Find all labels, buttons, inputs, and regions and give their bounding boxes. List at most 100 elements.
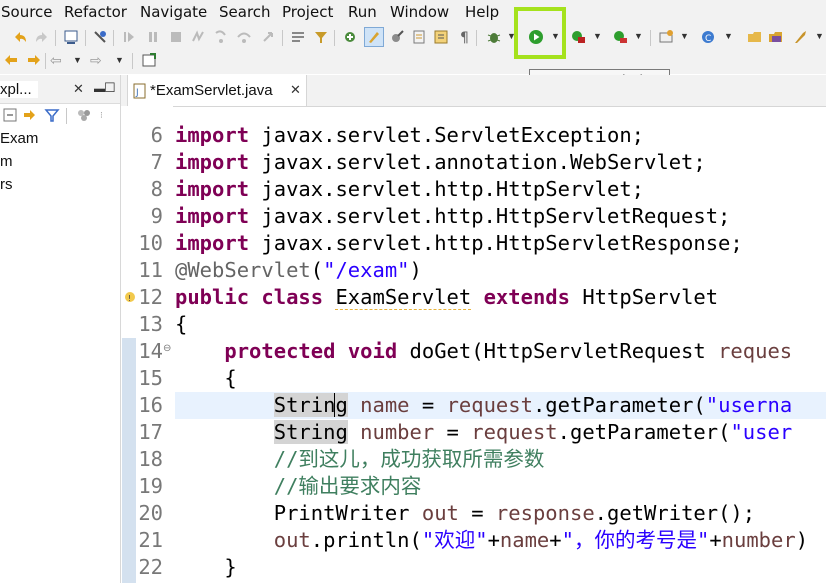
redo-icon[interactable] <box>34 29 50 45</box>
filter-icon[interactable] <box>44 107 60 123</box>
parameter-name: reques <box>718 339 793 363</box>
menu-search[interactable]: Search <box>219 3 271 21</box>
variable-name: out <box>273 528 311 552</box>
code-line: import javax.servlet.http.HttpServletReq… <box>175 203 826 230</box>
show-whitespace-icon[interactable]: ¶ <box>456 29 472 45</box>
code-text: g <box>334 393 348 417</box>
tree-item-m[interactable]: m <box>0 153 13 170</box>
code-editor[interactable]: import javax.servlet.ServletException; i… <box>175 106 826 583</box>
maximize-icon[interactable]: ☐ <box>104 80 116 96</box>
console-icon[interactable] <box>63 29 79 45</box>
disconnect-debug-icon[interactable] <box>190 29 206 45</box>
run-button-highlight <box>514 7 566 59</box>
code-line: //到这儿，成功获取所需参数 <box>175 446 826 473</box>
line-number: 11 <box>138 258 163 282</box>
toggle-block-icon[interactable] <box>411 29 427 45</box>
variable-name: request <box>446 393 533 417</box>
menu-navigate[interactable]: Navigate <box>140 3 207 21</box>
debug-icon[interactable] <box>486 29 502 45</box>
code-line: import javax.servlet.http.HttpServlet; <box>175 176 826 203</box>
line-number: 15 <box>138 366 163 390</box>
keyword: extends <box>483 285 570 309</box>
view-menu-icon[interactable]: ⁝ <box>100 110 103 121</box>
step-return-icon[interactable] <box>260 29 276 45</box>
deploy-dropdown-icon[interactable]: ▼ <box>815 31 824 41</box>
menu-refactor[interactable]: Refactor <box>64 3 127 21</box>
menu-help[interactable]: Help <box>465 3 499 21</box>
close-icon[interactable]: ✕ <box>290 82 301 98</box>
line-number: 16 <box>138 393 163 417</box>
forward-icon[interactable]: ⇨ <box>90 52 102 69</box>
pin-editor-icon[interactable] <box>141 52 157 68</box>
next-edit-location-icon[interactable] <box>26 52 42 68</box>
open-folder-icon[interactable] <box>768 29 784 45</box>
open-type-icon[interactable] <box>747 29 763 45</box>
link-with-editor-icon[interactable] <box>22 107 38 123</box>
forward-dropdown-icon[interactable]: ▼ <box>115 55 124 65</box>
line-number: 14 <box>138 339 163 363</box>
new-class-dropdown-icon[interactable]: ▼ <box>724 31 733 41</box>
coverage-icon[interactable] <box>570 29 586 45</box>
code-text: { <box>175 312 188 336</box>
step-over-icon[interactable] <box>236 29 252 45</box>
disconnect-icon[interactable] <box>92 29 108 45</box>
toolbar-separator <box>476 30 477 46</box>
code-text: + <box>487 528 500 552</box>
variable-name: request <box>471 420 558 444</box>
code-line: { <box>175 365 826 392</box>
external-tools-icon[interactable] <box>612 29 628 45</box>
keyword: class <box>261 285 324 309</box>
variable-name: response <box>495 501 595 525</box>
external-tools-dropdown-icon[interactable]: ▼ <box>634 31 643 41</box>
code-line: protected void doGet(HttpServletRequest … <box>175 338 826 365</box>
explorer-tab-title[interactable]: xpl... <box>0 81 38 98</box>
code-text: HttpServlet <box>582 285 719 309</box>
tree-item-rs[interactable]: rs <box>0 176 13 193</box>
code-text: } <box>224 555 237 579</box>
menu-project[interactable]: Project <box>282 3 333 21</box>
toolbar-separator <box>132 53 133 69</box>
close-icon[interactable]: ✕ <box>73 81 84 97</box>
fold-icon[interactable]: ⊖ <box>163 343 171 354</box>
terminate-icon[interactable] <box>168 29 184 45</box>
word-wrap-icon[interactable] <box>433 29 449 45</box>
menu-source[interactable]: Source <box>1 3 53 21</box>
tab-examservlet[interactable]: J *ExamServlet.java ✕ <box>127 75 307 106</box>
tree-item-exam[interactable]: Exam <box>0 130 38 147</box>
new-class-icon[interactable]: C <box>700 29 716 45</box>
menu-run[interactable]: Run <box>348 3 377 21</box>
code-text: ) <box>795 528 809 552</box>
drop-to-frame-icon[interactable] <box>290 29 306 45</box>
toolbar-separator <box>45 53 46 69</box>
back-icon[interactable]: ⇦ <box>50 52 62 69</box>
deploy-icon[interactable] <box>793 29 809 45</box>
new-server-dropdown-icon[interactable]: ▼ <box>680 31 689 41</box>
comment: //输出要求内容 <box>273 474 422 498</box>
code-text: ) <box>409 258 422 282</box>
focus-icon[interactable] <box>76 107 92 123</box>
collapse-all-icon[interactable] <box>2 107 18 123</box>
keyword: import <box>175 150 250 174</box>
code-line: public class ExamServlet extends HttpSer… <box>175 284 826 311</box>
back-dropdown-icon[interactable]: ▼ <box>73 55 82 65</box>
resume-icon[interactable] <box>121 29 137 45</box>
code-text: ( <box>310 258 324 282</box>
annotation: @WebServlet <box>175 258 311 282</box>
warning-marker-icon[interactable]: ! <box>124 290 136 308</box>
new-java-project-icon[interactable] <box>342 29 358 45</box>
last-edit-location-icon[interactable] <box>3 52 19 68</box>
step-into-icon[interactable] <box>213 29 229 45</box>
explorer-toolbar: ⁝ <box>0 103 120 127</box>
code-text: = <box>434 420 472 444</box>
suspend-icon[interactable] <box>145 29 161 45</box>
variable-name: number <box>721 528 796 552</box>
new-server-icon[interactable] <box>658 29 674 45</box>
undo-icon[interactable] <box>12 29 28 45</box>
menu-window[interactable]: Window <box>390 3 449 21</box>
coverage-dropdown-icon[interactable]: ▼ <box>593 31 602 41</box>
keyword: protected <box>224 339 336 363</box>
code-text: .println( <box>310 528 422 552</box>
highlight-icon[interactable] <box>389 29 405 45</box>
use-step-filters-icon[interactable] <box>313 29 329 45</box>
mark-occurrences-icon[interactable] <box>364 27 384 47</box>
